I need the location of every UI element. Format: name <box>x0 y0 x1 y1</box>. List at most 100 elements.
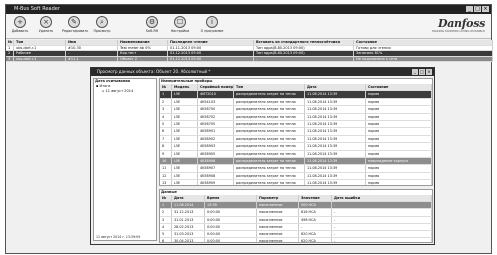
col-parameter[interactable]: Параметр <box>257 195 299 202</box>
cell: #11.1 <box>66 56 118 61</box>
cell: Не подключено к сети <box>354 56 493 61</box>
about-button[interactable]: i О программе <box>200 16 224 38</box>
col-status[interactable]: Состояние <box>366 84 432 91</box>
table-row[interactable]: 2 L5E 4K54103 распределитель затрат на тепл… <box>160 98 432 107</box>
cell: распределитель затрат на тепло <box>234 180 305 185</box>
table-row[interactable]: 12 L5E 4K58908 распределитель затрат на теп… <box>160 172 432 181</box>
table-row[interactable]: 9 L5E 4K58905 распределитель затрат на тепл… <box>160 150 432 158</box>
col-title[interactable]: Наименование <box>118 40 168 45</box>
cell: распределитель затрат на тепло <box>234 135 305 143</box>
col-number[interactable]: № <box>160 84 172 91</box>
edit-button[interactable]: ✎ Редактировать <box>62 16 89 38</box>
readings-table-header: № Дата Время Параметр Значение Дата ошиб… <box>160 195 432 203</box>
tree-item-date[interactable]: ▫ 11 август 2014 <box>94 89 156 94</box>
table-row[interactable]: 6 L5E 4K58901 распределитель затрат на тепл… <box>160 128 432 136</box>
col-insert[interactable]: Вставить из стандартного теплосчётчика <box>254 40 354 45</box>
table-row[interactable]: 3 31.01.2013 0:00:00 накопленное 498 HCA - <box>160 216 432 224</box>
col-model[interactable]: Модель <box>172 84 198 91</box>
cell: 11.08.2014 13:39 <box>305 91 366 98</box>
cell: 4K58902 <box>198 135 234 143</box>
delete-button[interactable]: × Удалить <box>34 16 58 38</box>
cell: Кор.тест <box>118 51 168 56</box>
view-button[interactable]: ⌕ Просмотр <box>90 16 114 38</box>
cell: норма <box>366 113 432 120</box>
cell: норма <box>366 172 432 180</box>
delete-label: Удалить <box>38 29 54 33</box>
cell: L5E <box>172 98 198 106</box>
soft-rh-button[interactable]: ⚙ Soft-RH <box>140 16 164 38</box>
cell: 0:00:00 <box>205 209 257 216</box>
col-last-read[interactable]: Последнее чтение <box>168 40 254 45</box>
cell: 11.08.2014 13:39 <box>305 180 366 185</box>
table-row[interactable]: 13 L5E 4K58909 распределитель затрат на теп… <box>160 180 432 185</box>
maximize-button[interactable]: □ <box>474 6 481 12</box>
table-row[interactable]: 8 L5E 4K58903 распределитель затрат на тепл… <box>160 143 432 151</box>
add-button[interactable]: + Добавить <box>8 16 32 38</box>
col-value[interactable]: Значение <box>299 195 332 202</box>
toolbar: + Добавить × Удалить ✎ Редактировать ⌕ П… <box>6 14 491 39</box>
object-data-window-title: Просмотр данных объекта: Объект 20. Абсо… <box>91 68 434 76</box>
devices-table: Измерительные приборы № Модель Серийный … <box>159 78 433 186</box>
table-row[interactable]: 1 L5E 4M72010 распределитель затрат на тепл… <box>160 91 432 99</box>
cell: 11.08.2014 13:39 <box>305 106 366 113</box>
settings-button[interactable]: ☐ Настройки <box>168 16 192 38</box>
col-error-date[interactable]: Дата ошибки <box>332 195 432 202</box>
about-label: О программе <box>200 29 224 33</box>
table-row[interactable]: 5 L5E 4K58705 распределитель затрат на тепл… <box>160 120 432 129</box>
table-row[interactable]: 4 L5E 4K58702 распределитель затрат на тепл… <box>160 113 432 121</box>
table-row[interactable]: 10 L5E 4K58906 распределитель затрат на теп… <box>160 157 432 166</box>
cell: 1 <box>6 45 14 50</box>
cell: L5E <box>172 143 198 150</box>
cell: распределитель затрат на тепло <box>234 91 305 98</box>
tree-item-label: Итоги <box>99 84 111 88</box>
cell: 2 <box>160 209 172 216</box>
col-date[interactable]: Дата <box>172 195 205 202</box>
table-row[interactable]: 3 L5E 4K58700 распределитель затрат на тепл… <box>160 106 432 114</box>
main-window-controls: _ □ × <box>466 6 489 12</box>
cell: 30.04.2013 <box>172 238 205 242</box>
cell: 4K58702 <box>198 113 234 120</box>
cell: норма <box>366 120 432 128</box>
minimize-button[interactable]: _ <box>466 6 473 12</box>
table-row[interactable]: 3 ubs-dart.r.1 #11.1 Объект 2 01.12.2013… <box>6 56 493 62</box>
col-time[interactable]: Время <box>205 195 257 202</box>
col-number[interactable]: № <box>6 40 14 45</box>
cell: 0:00:00 <box>205 216 257 223</box>
cell: 620 HCA <box>299 230 332 238</box>
table-row[interactable]: 5 31.03.2013 0:00:00 накопленное 620 HCA - <box>160 230 432 239</box>
col-type[interactable]: Тип <box>14 40 66 45</box>
cell: - <box>254 56 354 61</box>
col-type[interactable]: Тип <box>234 84 305 91</box>
table-row[interactable]: 1 11.08.2014 13:39 накопленное 000 HCA - <box>160 202 432 210</box>
cell: 13:39 <box>205 202 257 209</box>
cell: 4K58909 <box>198 180 234 185</box>
minimize-button[interactable]: _ <box>412 69 418 75</box>
cell: 5 <box>160 120 172 128</box>
cell: 31.03.2013 <box>172 230 205 238</box>
cell: L5E <box>172 120 198 128</box>
table-row[interactable]: 6 30.04.2013 0:00:00 накопленное 620 HCA - <box>160 238 432 242</box>
col-status[interactable]: Состояние <box>354 40 493 45</box>
col-serial[interactable]: Серийный номер <box>198 84 234 91</box>
col-name[interactable]: Имя <box>66 40 118 45</box>
cell: накопленное <box>257 223 299 230</box>
col-date[interactable]: Дата <box>305 84 366 91</box>
table-row[interactable]: 2 31.12.2013 0:00:00 накопленное 616 HCA - <box>160 209 432 217</box>
cell: 0:00:00 <box>205 238 257 242</box>
cell: Записано 81% <box>354 51 493 56</box>
table-row[interactable]: 7 L5E 4K58902 распределитель затрат на тепл… <box>160 135 432 144</box>
col-number[interactable]: № <box>160 195 172 202</box>
table-row[interactable]: 11 L5E 4K58907 распределитель затрат на теп… <box>160 165 432 173</box>
cell: норма <box>366 91 432 98</box>
maximize-button[interactable]: □ <box>419 69 425 75</box>
cell: норма <box>366 135 432 143</box>
edit-label: Редактировать <box>62 29 89 33</box>
cell: 4K54103 <box>198 98 234 106</box>
close-button[interactable]: × <box>482 6 489 12</box>
cell: 11.08.2014 13:39 <box>305 165 366 172</box>
close-button[interactable]: × <box>426 69 432 75</box>
cell: L5E <box>172 150 198 157</box>
table-row[interactable]: 4 28.02.2013 0:00:00 накопленное - - <box>160 223 432 231</box>
settings-label: Настройки <box>170 29 190 33</box>
cell: L5E <box>172 91 198 98</box>
